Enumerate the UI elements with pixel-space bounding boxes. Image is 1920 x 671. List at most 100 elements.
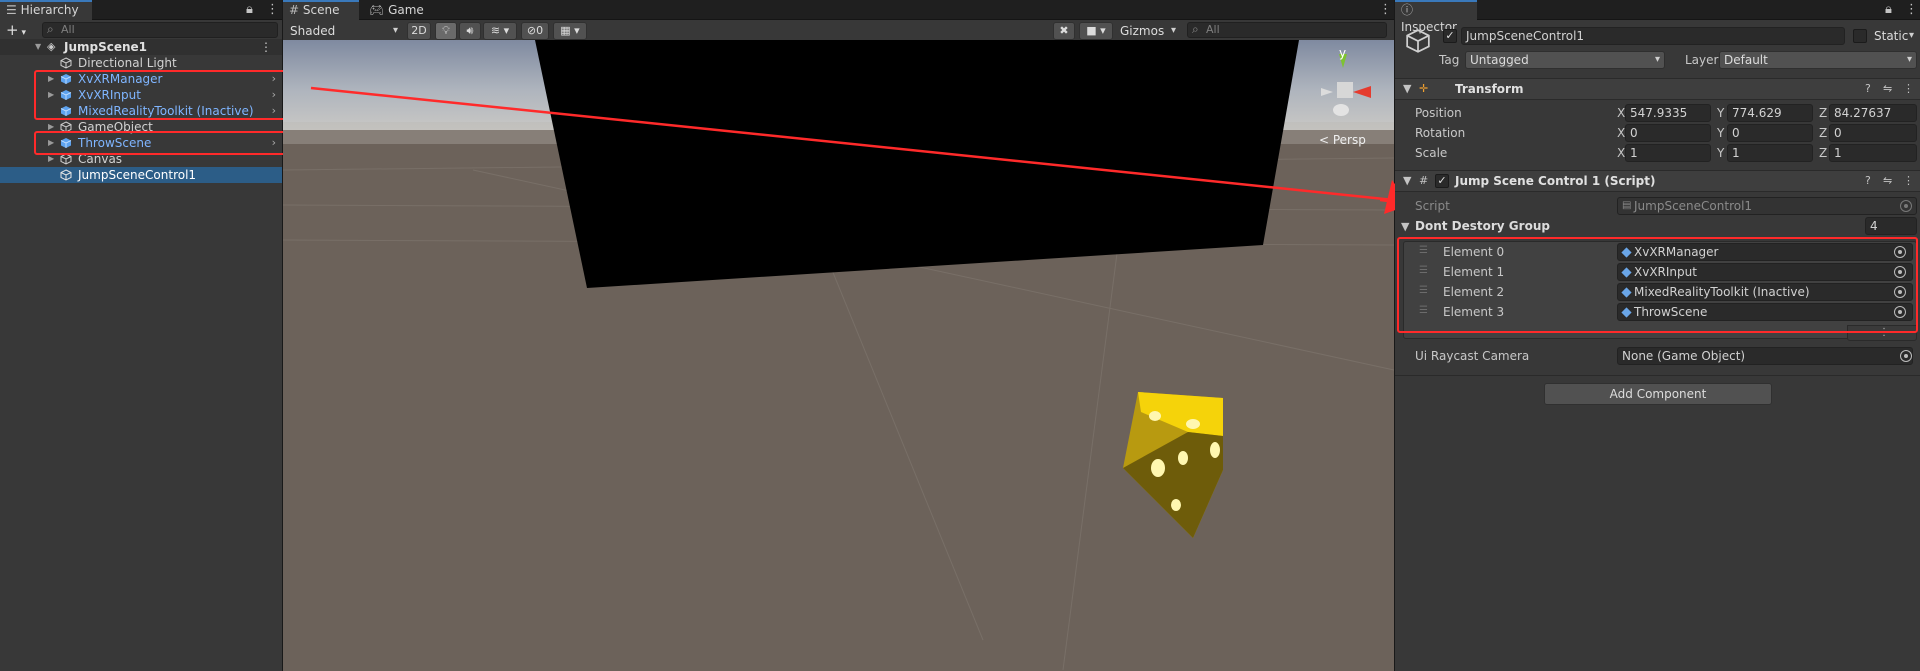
gamepad-icon: 🎮︎: [369, 3, 385, 17]
lock-icon[interactable]: 🔒︎: [1885, 0, 1892, 20]
scene-search-input[interactable]: All: [1187, 22, 1387, 38]
hidden-count: 0: [536, 24, 544, 37]
transform-title: Transform: [1455, 82, 1524, 96]
tag-label: Tag: [1439, 53, 1460, 67]
tools-button[interactable]: ✖︎: [1053, 22, 1075, 40]
info-icon: ⓘ: [1401, 3, 1414, 17]
item-label: JumpSceneControl1: [78, 168, 197, 182]
add-component-button[interactable]: Add Component: [1544, 383, 1772, 405]
static-dropdown[interactable]: Static: [1869, 27, 1919, 45]
axis-z-label: Z: [1819, 146, 1828, 160]
unity-scene-icon: ◈: [47, 40, 56, 53]
list-icon: ☰: [6, 3, 17, 17]
tab-game[interactable]: 🎮︎ Game: [363, 0, 433, 20]
shading-mode-dropdown[interactable]: Shaded: [285, 22, 403, 40]
axis-z-label: Z: [1819, 126, 1828, 140]
preset-icon[interactable]: ⇋: [1883, 79, 1892, 99]
layer-dropdown[interactable]: Default: [1719, 51, 1917, 69]
preset-icon[interactable]: ⇋: [1883, 171, 1892, 191]
gizmo-y-label: y: [1339, 46, 1347, 60]
2d-toggle-button[interactable]: 2D: [407, 22, 431, 40]
rotation-z-field[interactable]: 0: [1829, 124, 1917, 142]
active-checkbox[interactable]: ✓: [1443, 29, 1457, 43]
script-file-icon: ▤: [1622, 200, 1632, 211]
foldout-arrow-icon[interactable]: ▼: [1401, 217, 1409, 237]
camera-dropdown-button[interactable]: ■ ▾: [1079, 22, 1113, 40]
scale-z-field[interactable]: 1: [1829, 144, 1917, 162]
layer-label: Layer: [1685, 53, 1719, 67]
position-y-field[interactable]: 774.629: [1727, 104, 1813, 122]
grid-icon: #: [289, 3, 300, 17]
tab-scene[interactable]: # Scene: [283, 0, 359, 20]
hierarchy-tab-bar: ☰ Hierarchy 🔒︎ ⋮: [0, 0, 282, 20]
component-enabled-checkbox[interactable]: ✓: [1435, 174, 1449, 188]
position-z-field[interactable]: 84.27637: [1829, 104, 1917, 122]
rotation-label: Rotation: [1415, 126, 1466, 140]
more-options-icon[interactable]: ⋮: [1379, 0, 1392, 20]
hierarchy-item-directional-light[interactable]: Directional Light: [0, 55, 282, 71]
grid-dropdown-button[interactable]: ▦ ▾: [553, 22, 587, 40]
foldout-arrow-icon[interactable]: ▼: [1403, 171, 1411, 191]
script-component-header[interactable]: ▼ # ✓ Jump Scene Control 1 (Script) ? ⇋ …: [1395, 170, 1920, 192]
tab-game-label: Game: [388, 3, 424, 17]
help-icon[interactable]: ?: [1865, 171, 1871, 191]
effects-dropdown-button[interactable]: ≋ ▾: [483, 22, 517, 40]
tab-scene-label: Scene: [302, 3, 340, 17]
object-picker-icon[interactable]: [1900, 350, 1912, 362]
camera-icon: ■: [1086, 24, 1097, 37]
scale-x-field[interactable]: 1: [1625, 144, 1711, 162]
tag-dropdown[interactable]: Untagged: [1465, 51, 1665, 69]
axis-y-label: Y: [1717, 106, 1725, 120]
rotation-x-field[interactable]: 0: [1625, 124, 1711, 142]
transform-header[interactable]: ▼ ✛ Transform ? ⇋ ⋮: [1395, 78, 1920, 100]
script-field: ▤ JumpSceneControl1: [1617, 197, 1917, 215]
foldout-arrow-icon[interactable]: ▼: [1403, 79, 1411, 99]
scene-viewport[interactable]: [283, 40, 1394, 671]
script-icon: #: [1419, 174, 1429, 187]
expand-arrow-icon[interactable]: ▼: [35, 39, 41, 55]
object-name-field[interactable]: JumpSceneControl1: [1461, 27, 1845, 45]
hierarchy-search-input[interactable]: All: [42, 22, 278, 38]
scene-name: JumpScene1: [64, 40, 148, 54]
position-x-field[interactable]: 547.9335: [1625, 104, 1711, 122]
orientation-gizmo-icon[interactable]: [1313, 44, 1393, 134]
hierarchy-item-jumpscenecontrol1[interactable]: JumpSceneControl1: [0, 167, 282, 183]
raycast-camera-label: Ui Raycast Camera: [1415, 349, 1530, 363]
scene-tab-bar: # Scene 🎮︎ Game ⋮: [283, 0, 1394, 20]
item-label: Directional Light: [78, 56, 177, 70]
component-options-icon[interactable]: ⋮: [1903, 79, 1914, 99]
scale-y-field[interactable]: 1: [1727, 144, 1813, 162]
more-options-icon[interactable]: ⋮: [266, 0, 279, 20]
scene-root-row[interactable]: ▼ ◈ JumpScene1 ⋮: [0, 39, 282, 55]
position-label: Position: [1415, 106, 1462, 120]
lock-icon[interactable]: 🔒︎: [246, 0, 253, 20]
tab-hierarchy-label: Hierarchy: [20, 3, 79, 17]
wrench-icon: ✖︎: [1059, 24, 1069, 37]
annotation-box-prefabs: [34, 70, 298, 120]
tab-inspector[interactable]: ⓘ Inspector: [1395, 0, 1477, 34]
gameobject-large-icon: [1406, 29, 1430, 53]
gizmos-dropdown[interactable]: Gizmos: [1115, 22, 1181, 40]
lightbulb-icon: 💡︎: [442, 24, 450, 37]
inspector-tab-bar: ⓘ Inspector 🔒︎ ⋮: [1395, 0, 1920, 34]
rotation-y-field[interactable]: 0: [1727, 124, 1813, 142]
more-options-icon[interactable]: ⋮: [1905, 0, 1918, 20]
help-icon[interactable]: ?: [1865, 79, 1871, 99]
dont-destroy-group-label[interactable]: Dont Destory Group: [1415, 217, 1550, 235]
scale-label: Scale: [1415, 146, 1448, 160]
audio-toggle-button[interactable]: 🔊︎: [459, 22, 481, 40]
tab-hierarchy[interactable]: ☰ Hierarchy: [0, 0, 92, 20]
scene-options-icon[interactable]: ⋮: [260, 39, 272, 55]
projection-toggle[interactable]: < Persp: [1319, 133, 1366, 147]
component-options-icon[interactable]: ⋮: [1903, 171, 1914, 191]
annotation-box-elements: [1397, 237, 1918, 333]
hierarchy-panel: ☰ Hierarchy 🔒︎ ⋮ + ▾ All ▼ ◈ JumpScene1 …: [0, 0, 314, 671]
script-component-title: Jump Scene Control 1 (Script): [1455, 174, 1656, 188]
hidden-objects-toggle[interactable]: ⊘0: [521, 22, 549, 40]
axis-x-label: X: [1617, 106, 1626, 120]
static-checkbox[interactable]: [1853, 29, 1867, 43]
lighting-toggle-button[interactable]: 💡︎: [435, 22, 457, 40]
raycast-camera-field[interactable]: None (Game Object): [1617, 347, 1913, 365]
axis-y-label: Y: [1717, 146, 1725, 160]
group-size-field[interactable]: 4: [1865, 217, 1917, 235]
